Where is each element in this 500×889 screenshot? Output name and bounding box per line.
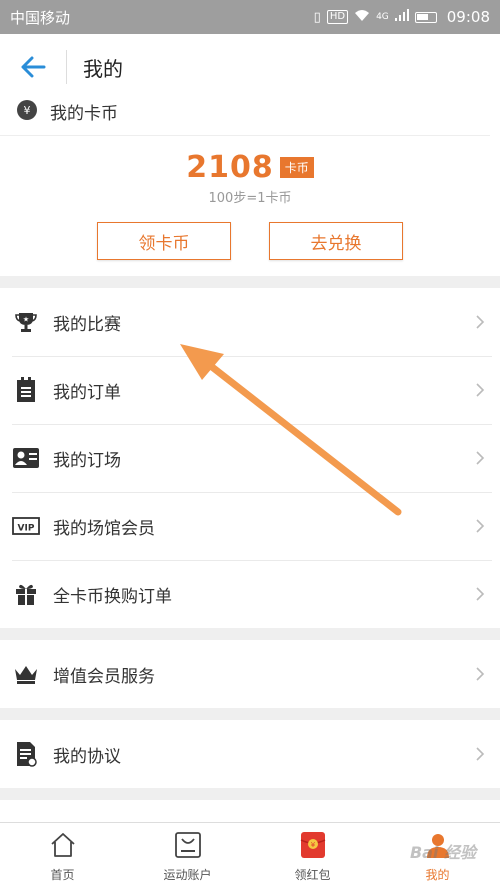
trophy-icon: ★ [12,308,40,336]
wifi-icon [354,9,370,26]
app-header: 我的 [0,34,500,100]
back-arrow-icon [21,56,46,78]
chevron-right-icon [468,514,492,538]
coin-section-label: 我的卡币 [50,104,118,124]
order-clipboard-icon [12,376,40,404]
tab-sport-account[interactable]: 运动账户 [125,823,250,889]
menu-group-partial [0,800,500,822]
menu-item-my-venue-booking[interactable]: 我的订场 [0,424,500,492]
menu-item-label: 我的协议 [53,746,121,767]
tab-label: 首页 [50,868,75,882]
coin-rate-text: 100步=1卡币 [208,191,292,206]
menu-item-my-agreement[interactable]: 我的协议 [0,720,500,788]
network-type: 4G [376,12,389,22]
tab-home[interactable]: 首页 [0,823,125,889]
menu-item-coin-exchange-orders[interactable]: 全卡币换购订单 [0,560,500,628]
menu-item-label: 全卡币换购订单 [53,586,172,607]
menu-item-my-orders[interactable]: 我的订单 [0,356,500,424]
clock: 09:08 [446,8,490,26]
coin-actions: 领卡币 去兑换 [0,222,500,260]
menu-group-vip: 增值会员服务 [0,640,500,708]
header-divider [66,50,67,84]
menu-item-label: 我的比赛 [53,314,121,335]
tab-label: 运动账户 [163,868,212,882]
agreement-doc-icon [12,740,40,768]
menu-item-my-competitions[interactable]: ★ 我的比赛 [0,288,500,356]
menu-item-label: 增值会员服务 [53,666,155,687]
menu-group-main: ★ 我的比赛 我的订单 我的订场 VIP 我的场馆会员 全卡币换购订单 [0,288,500,628]
menu-group-agreement: 我的协议 [0,720,500,788]
gift-icon [12,580,40,608]
red-packet-icon: ¥ [298,830,328,860]
back-button[interactable] [0,34,66,100]
sport-account-icon [173,830,203,860]
menu-item-label: 我的订场 [53,450,121,471]
battery-icon [414,11,437,23]
coin-unit-badge: 卡币 [279,157,314,178]
coin-card: ¥ 我的卡币 2108 卡币 100步=1卡币 领卡币 去兑换 [0,88,500,276]
home-icon [48,830,78,860]
chevron-right-icon [468,446,492,470]
chevron-right-icon [468,310,492,334]
chevron-right-icon [468,662,492,686]
svg-text:¥: ¥ [24,104,31,117]
coin-yen-icon: ¥ [16,99,38,125]
coin-balance-value: 2108 [186,150,274,185]
chevron-right-icon [468,742,492,766]
page-title: 我的 [83,56,123,81]
chevron-right-icon [468,582,492,606]
tab-label: 我的 [425,868,450,882]
hd-badge: HD [326,10,349,24]
status-bar: 中国移动 ▯ HD 4G 09:08 [0,0,500,34]
menu-item-venue-membership[interactable]: VIP 我的场馆会员 [0,492,500,560]
vip-card-icon: VIP [12,512,40,540]
svg-text:★: ★ [23,316,29,324]
chevron-right-icon [468,378,492,402]
coin-balance: 2108 卡币 [0,150,500,185]
signal-icon [394,9,409,25]
tab-label: 领红包 [294,868,331,882]
vibrate-icon: ▯ [313,9,321,25]
tab-red-packet[interactable]: ¥ 领红包 [250,823,375,889]
svg-text:VIP: VIP [18,524,35,534]
menu-item-label: 我的订单 [53,382,121,403]
crown-icon [12,660,40,688]
status-icons: ▯ HD 4G 09:08 [314,8,490,26]
carrier-name: 中国移动 [10,8,71,27]
claim-coins-button[interactable]: 领卡币 [97,222,231,260]
menu-item-label: 我的场馆会员 [53,518,155,539]
venue-booking-icon [12,444,40,472]
svg-text:¥: ¥ [310,841,315,849]
watermark: Bai 经验 [409,843,476,862]
exchange-button[interactable]: 去兑换 [269,222,403,260]
menu-item-value-added-service[interactable]: 增值会员服务 [0,640,500,708]
